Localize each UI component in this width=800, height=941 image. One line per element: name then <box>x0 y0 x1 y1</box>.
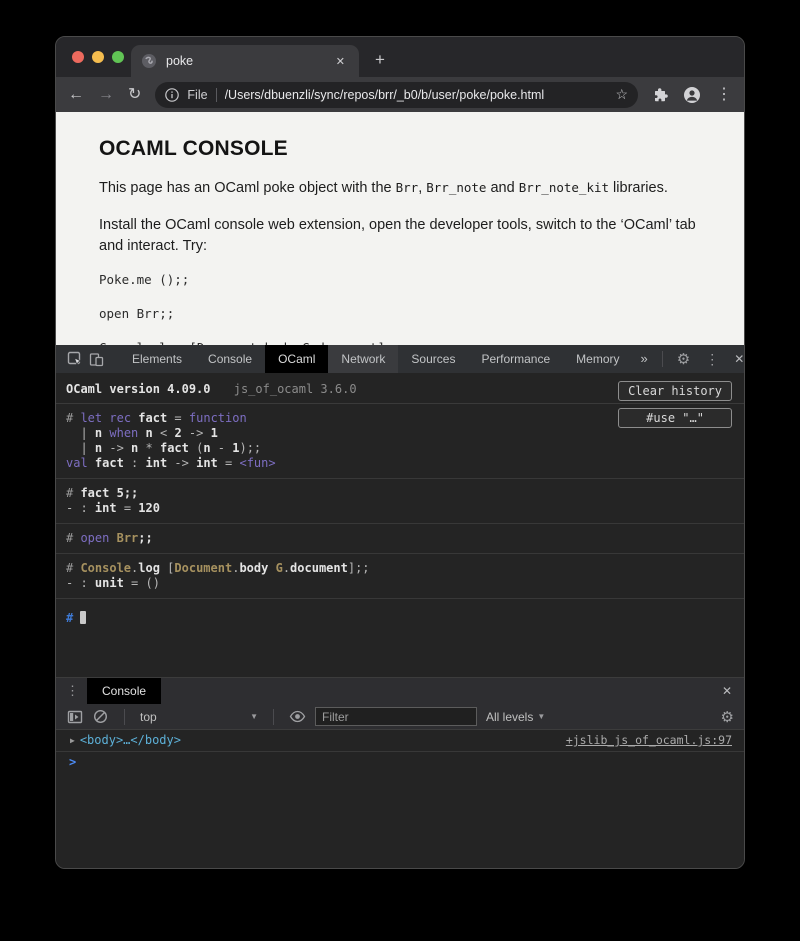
message-source-link[interactable]: +jslib_js_of_ocaml.js:97 <box>566 730 732 751</box>
live-expression-eye-icon[interactable] <box>289 708 306 725</box>
code-sample-poke: Poke.me ();; <box>99 272 699 287</box>
console-messages-area: ▶ <body>…</body> +jslib_js_of_ocaml.js:9… <box>56 730 744 868</box>
toolbar-separator <box>124 709 125 725</box>
text-cursor <box>80 611 86 624</box>
context-selector-value: top <box>140 710 157 724</box>
toolbar-separator <box>273 709 274 725</box>
devtools-tab-network[interactable]: Network <box>328 345 398 373</box>
devtools-tab-performance[interactable]: Performance <box>468 345 563 373</box>
devtools-tab-memory[interactable]: Memory <box>563 345 632 373</box>
repl-input-line[interactable]: # <box>56 599 744 638</box>
tab-strip: poke ✕ + <box>56 37 744 77</box>
tab-close-icon[interactable]: ✕ <box>332 53 349 70</box>
inline-code-brr: Brr <box>396 180 419 195</box>
console-settings-gear-icon[interactable]: ⚙ <box>721 708 734 726</box>
forward-icon[interactable]: → <box>98 87 114 103</box>
drawer-close-icon[interactable]: ✕ <box>710 684 744 698</box>
omnibox-divider <box>216 88 217 102</box>
inline-code-brr-note-kit: Brr_note_kit <box>519 180 609 195</box>
console-sidebar-icon[interactable] <box>66 708 83 725</box>
clear-history-button[interactable]: Clear history <box>618 381 732 401</box>
chrome-menu-icon[interactable]: ⋮ <box>716 87 732 103</box>
toolbar-actions: ⋮ <box>652 86 732 104</box>
inline-code-brr-note: Brr_note <box>426 180 486 195</box>
devtools-close-icon[interactable]: ✕ <box>726 352 745 366</box>
devtools-tab-ocaml[interactable]: OCaml <box>265 345 328 373</box>
extensions-puzzle-icon[interactable] <box>652 87 668 103</box>
page-info-icon[interactable] <box>165 88 179 102</box>
code-sample-open: open Brr;; <box>99 306 699 321</box>
filter-input[interactable] <box>315 707 477 726</box>
device-toolbar-icon[interactable] <box>89 350 104 368</box>
drawer-menu-icon[interactable]: ⋮ <box>56 683 87 699</box>
repl-entry: # fact 5;;- : int = 120 <box>56 479 744 524</box>
ocaml-panel-buttons: Clear history #use "…" <box>618 381 732 428</box>
page-paragraph-libraries: This page has an OCaml poke object with … <box>99 177 699 199</box>
close-window-button[interactable] <box>72 51 84 63</box>
clear-console-icon[interactable] <box>92 708 109 725</box>
more-tabs-icon[interactable]: » <box>633 345 656 373</box>
browser-window: poke ✕ + ← → ↻ File /Users/dbuenzli/sync… <box>55 36 745 869</box>
profile-avatar-icon[interactable] <box>683 86 701 104</box>
inspect-element-icon[interactable] <box>67 350 83 368</box>
repl-prompt-symbol: # <box>66 611 80 625</box>
ocaml-version-label: OCaml version 4.09.0 <box>66 382 211 396</box>
chevron-down-icon: ▼ <box>537 712 545 721</box>
console-drawer-header: ⋮ Console ✕ <box>56 677 744 704</box>
back-icon[interactable]: ← <box>68 87 84 103</box>
navigation-toolbar: ← → ↻ File /Users/dbuenzli/sync/repos/br… <box>56 77 744 112</box>
console-input-prompt[interactable]: > <box>56 752 744 773</box>
expand-triangle-icon[interactable]: ▶ <box>70 730 75 751</box>
bookmark-star-icon[interactable]: ☆ <box>615 86 628 103</box>
log-levels-dropdown[interactable]: All levels ▼ <box>486 710 545 724</box>
file-scheme-label: File <box>187 88 207 102</box>
desktop: { "colors": { "traffic_red": "#ed6a5e", … <box>0 0 800 941</box>
console-message-row: ▶ <body>…</body> +jslib_js_of_ocaml.js:9… <box>56 730 744 752</box>
devtools-tab-bar: Elements Console OCaml Network Sources P… <box>56 345 744 373</box>
web-page-viewport: OCAML CONSOLE This page has an OCaml pok… <box>56 112 744 345</box>
chevron-down-icon: ▼ <box>250 712 258 721</box>
devtools-tab-console[interactable]: Console <box>195 345 265 373</box>
devtools-tab-sources[interactable]: Sources <box>398 345 468 373</box>
zoom-window-button[interactable] <box>112 51 124 63</box>
repl-entry: # open Brr;; <box>56 524 744 554</box>
minimize-window-button[interactable] <box>92 51 104 63</box>
logged-element-preview[interactable]: <body>…</body> <box>80 730 181 751</box>
repl-entry: # Console.log [Document.body G.document]… <box>56 554 744 599</box>
page-title: OCAML CONSOLE <box>99 137 699 161</box>
use-file-button[interactable]: #use "…" <box>618 408 732 428</box>
log-levels-value: All levels <box>486 710 533 724</box>
console-toolbar: top ▼ All levels ▼ ⚙ <box>56 704 744 730</box>
tab-favicon <box>141 53 157 69</box>
ocaml-console-panel: Clear history #use "…" OCaml version 4.0… <box>56 373 744 677</box>
devtools-tab-elements[interactable]: Elements <box>119 345 195 373</box>
browser-tab[interactable]: poke ✕ <box>131 45 359 77</box>
page-paragraph-instructions: Install the OCaml console web extension,… <box>99 215 699 257</box>
url-text[interactable]: /Users/dbuenzli/sync/repos/brr/_b0/b/use… <box>225 88 608 102</box>
toolbar-separator <box>662 351 663 367</box>
tab-title: poke <box>166 54 332 68</box>
devtools-controls: ⚙ ⋮ ✕ <box>656 350 745 368</box>
window-controls <box>72 51 124 63</box>
reload-icon[interactable]: ↻ <box>128 87 141 103</box>
devtools-settings-gear-icon[interactable]: ⚙ <box>669 350 698 368</box>
drawer-tab-console[interactable]: Console <box>87 678 161 704</box>
context-selector[interactable]: top ▼ <box>140 710 258 724</box>
devtools-menu-icon[interactable]: ⋮ <box>698 351 726 368</box>
address-bar[interactable]: File /Users/dbuenzli/sync/repos/brr/_b0/… <box>155 82 638 108</box>
jsofocaml-version-label: js_of_ocaml 3.6.0 <box>234 382 357 396</box>
repl-history: # let rec fact = function | n when n < 2… <box>56 404 744 599</box>
new-tab-button[interactable]: + <box>375 50 385 70</box>
